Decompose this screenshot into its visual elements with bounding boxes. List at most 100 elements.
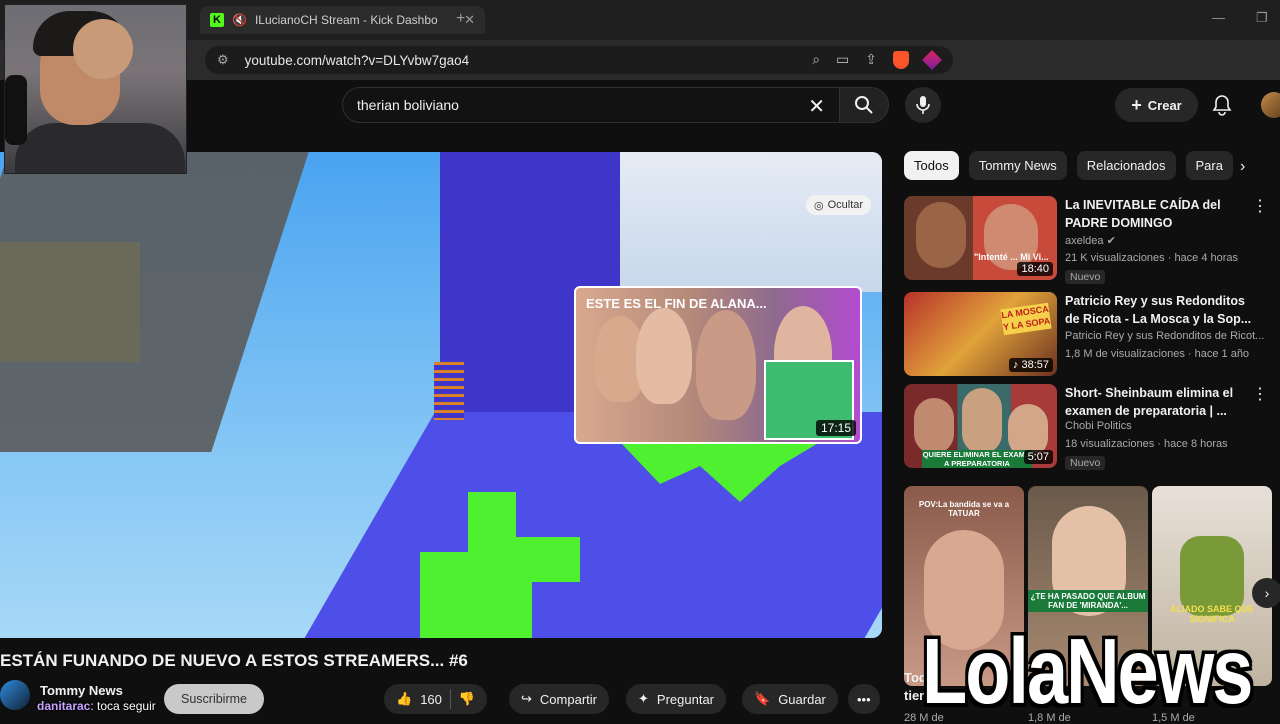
url-text: youtube.com/watch?v=DLYvbw7gao4 [244, 52, 470, 68]
search-query: therian boliviano [357, 97, 459, 113]
video-scenery [434, 362, 464, 420]
shorts-next-button[interactable]: › [1252, 578, 1280, 608]
duration-badge: ♪ 38:57 [1008, 358, 1053, 372]
brave-shield-icon[interactable] [893, 51, 909, 69]
sparkle-icon: ✦ [638, 691, 649, 706]
youtube-header: therian boliviano ✕ + Crear [0, 80, 1280, 132]
hide-endscreen-button[interactable]: ◎ Ocultar [806, 195, 872, 215]
create-button[interactable]: + Crear [1115, 88, 1198, 122]
like-button[interactable]: 👍 160 [396, 691, 442, 707]
bell-icon[interactable] [1212, 94, 1232, 116]
rec-title[interactable]: La INEVITABLE CAÍDA del PADRE DOMINGO [1065, 196, 1260, 232]
ask-label: Preguntar [656, 691, 714, 707]
video-thumbnail[interactable]: QUIERE ELIMINAR EL EXAM... A PREPARATORI… [904, 384, 1057, 468]
kick-logo-icon: K [210, 13, 224, 27]
webcam-scene [5, 75, 27, 145]
recommendation-item[interactable]: "Intenté ... Mi Vi... 18:40 La INEVITABL… [904, 196, 1280, 284]
new-badge: Nuevo [1065, 456, 1106, 470]
save-label: Guardar [778, 691, 826, 707]
cast-icon[interactable]: ▭ [836, 51, 849, 69]
share-icon[interactable]: ⇪ [865, 51, 877, 69]
thumbs-down-icon[interactable]: 👎 [459, 691, 475, 707]
close-tab-icon[interactable]: ✕ [464, 12, 475, 28]
account-avatar[interactable] [1261, 92, 1280, 118]
endcard-duration: 17:15 [815, 420, 856, 436]
duration-text: 38:57 [1021, 359, 1049, 371]
webcam-scene [73, 19, 133, 79]
thumbs-up-icon: 👍 [396, 691, 413, 706]
filter-chips: Todos Tommy News Relacionados Para [904, 151, 1233, 180]
chip-relacionados[interactable]: Relacionados [1076, 151, 1176, 180]
browser-tab-bar: K 🔇 ILucianoCH Stream - Kick Dashbo ✕ + … [0, 0, 1280, 40]
search-icon [855, 96, 873, 114]
thumbnail-person [696, 310, 756, 420]
rec-channel[interactable]: axeldea ✔ [1065, 234, 1116, 247]
new-tab-button[interactable]: + [456, 10, 465, 28]
thumbnail-face [916, 202, 966, 268]
rec-channel[interactable]: Patricio Rey y sus Redonditos de Ricot..… [1065, 330, 1264, 342]
chat-message: danitarac: toca seguir [37, 699, 156, 713]
address-bar: ⚙ youtube.com/watch?v=DLYvbw7gao4 ⌕ ▭ ⇪ … [0, 40, 1280, 108]
chip-para[interactable]: Para [1185, 151, 1233, 180]
like-count: 160 [420, 691, 442, 707]
more-vert-icon[interactable]: ⋮ [1252, 384, 1268, 404]
hidden-eye-icon: ◎ [814, 199, 824, 212]
zoom-icon[interactable]: ⌕ [812, 51, 820, 69]
chevron-right-icon[interactable]: › [1240, 158, 1245, 176]
bookmark-icon: 🔖 [754, 691, 771, 706]
thumbnail-text: "Intenté ... Mi Vi... [974, 252, 1049, 262]
chip-todos[interactable]: Todos [904, 151, 959, 180]
duration-badge: 5:07 [1023, 450, 1053, 464]
tab-title: ILucianoCH Stream - Kick Dashbo [254, 13, 438, 27]
thumbnail-face [914, 398, 954, 454]
more-vert-icon[interactable]: ⋮ [1252, 196, 1268, 216]
chip-tommy-news[interactable]: Tommy News [968, 151, 1067, 180]
endcard-title: ESTE ES EL FIN DE ALANA... [586, 296, 767, 311]
webcam-scene [15, 123, 185, 173]
ask-button[interactable]: ✦ Preguntar [626, 684, 726, 714]
rec-meta: 18 visualizaciones · hace 8 horas [1065, 438, 1228, 450]
video-title: ESTÁN FUNANDO DE NUEVO A ESTOS STREAMERS… [0, 651, 468, 670]
chat-user: danitarac [37, 699, 91, 713]
thumbnail-text: LA MOSCA Y LA SOPA [1000, 302, 1052, 336]
thumbnail-text: QUIERE ELIMINAR EL EXAM... A PREPARATORI… [922, 450, 1032, 468]
channel-avatar[interactable] [0, 680, 30, 710]
video-player[interactable]: ◎ Ocultar ESTE ES EL FIN DE ALANA... 17:… [0, 152, 882, 638]
url-field[interactable]: ⚙ youtube.com/watch?v=DLYvbw7gao4 ⌕ ▭ ⇪ [205, 46, 953, 74]
search-input[interactable]: therian boliviano ✕ [342, 87, 840, 123]
mic-icon [916, 96, 930, 114]
minimize-icon[interactable]: — [1212, 10, 1225, 25]
brave-rewards-icon[interactable] [922, 50, 942, 70]
video-thumbnail[interactable]: LA MOSCA Y LA SOPA ♪ 38:57 [904, 292, 1057, 376]
divider [449, 689, 451, 709]
restore-icon[interactable]: ❐ [1256, 10, 1268, 26]
share-button[interactable]: ↪ Compartir [509, 684, 609, 714]
rec-title[interactable]: Short- Sheinbaum elimina el examen de pr… [1065, 384, 1260, 420]
video-thumbnail[interactable]: "Intenté ... Mi Vi... 18:40 [904, 196, 1057, 280]
plus-icon: + [1131, 94, 1142, 115]
webcam-overlay [4, 4, 187, 174]
rec-channel[interactable]: Chobi Politics [1065, 420, 1132, 432]
duration-badge: 18:40 [1017, 262, 1053, 276]
clear-search-icon[interactable]: ✕ [808, 94, 825, 119]
new-badge: Nuevo [1065, 270, 1106, 284]
share-label: Compartir [539, 691, 597, 707]
endscreen-card[interactable]: ESTE ES EL FIN DE ALANA... 17:15 [574, 286, 862, 444]
chevron-right-icon: › [1264, 585, 1270, 601]
browser-tab[interactable]: K 🔇 ILucianoCH Stream - Kick Dashbo ✕ [200, 6, 485, 34]
short-caption: ¿TE HA PASADO QUE ALBUM FAN DE 'MIRANDA'… [1028, 590, 1148, 612]
voice-search-button[interactable] [905, 87, 941, 123]
channel-name[interactable]: Tommy News [40, 683, 123, 698]
rec-meta: 21 K visualizaciones · hace 4 horas [1065, 252, 1239, 264]
rec-title[interactable]: Patricio Rey y sus Redonditos de Ricota … [1065, 292, 1260, 328]
more-actions-button[interactable]: ••• [848, 684, 880, 714]
chat-text: : toca seguir [90, 699, 156, 713]
search-button[interactable] [839, 87, 889, 123]
site-settings-icon[interactable]: ⚙ [217, 52, 229, 68]
save-button[interactable]: 🔖 Guardar [742, 684, 838, 714]
watermark: LolaNews [922, 619, 1253, 723]
recommendation-item[interactable]: QUIERE ELIMINAR EL EXAM... A PREPARATORI… [904, 384, 1280, 470]
thumbnail-face [962, 388, 1002, 454]
subscribe-button[interactable]: Suscribirme [164, 684, 264, 714]
recommendation-item[interactable]: LA MOSCA Y LA SOPA ♪ 38:57 Patricio Rey … [904, 292, 1280, 378]
